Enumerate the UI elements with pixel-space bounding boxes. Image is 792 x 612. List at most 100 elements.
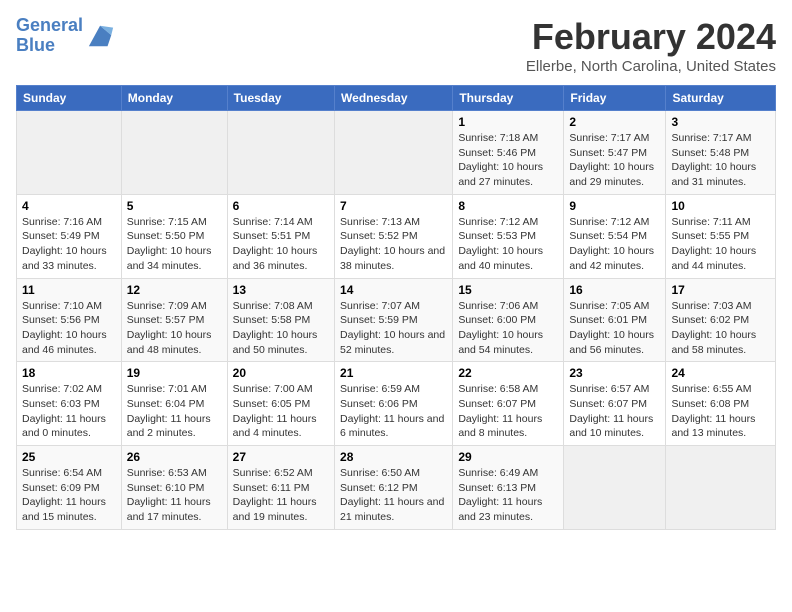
day-number: 18 (22, 366, 116, 380)
weekday-header-wednesday: Wednesday (335, 86, 453, 111)
day-number: 14 (340, 283, 447, 297)
calendar-cell (666, 446, 776, 530)
day-info: Sunrise: 7:18 AMSunset: 5:46 PMDaylight:… (458, 131, 558, 190)
calendar-week-row: 11 Sunrise: 7:10 AMSunset: 5:56 PMDaylig… (17, 278, 776, 362)
day-info: Sunrise: 7:13 AMSunset: 5:52 PMDaylight:… (340, 215, 447, 274)
day-info: Sunrise: 6:57 AMSunset: 6:07 PMDaylight:… (569, 382, 660, 441)
day-number: 22 (458, 366, 558, 380)
day-info: Sunrise: 6:58 AMSunset: 6:07 PMDaylight:… (458, 382, 558, 441)
day-number: 3 (671, 115, 770, 129)
calendar-cell: 8 Sunrise: 7:12 AMSunset: 5:53 PMDayligh… (453, 194, 564, 278)
calendar-cell: 12 Sunrise: 7:09 AMSunset: 5:57 PMDaylig… (121, 278, 227, 362)
day-info: Sunrise: 7:05 AMSunset: 6:01 PMDaylight:… (569, 299, 660, 358)
day-info: Sunrise: 6:59 AMSunset: 6:06 PMDaylight:… (340, 382, 447, 441)
day-number: 10 (671, 199, 770, 213)
weekday-header-row: SundayMondayTuesdayWednesdayThursdayFrid… (17, 86, 776, 111)
day-number: 2 (569, 115, 660, 129)
day-number: 12 (127, 283, 222, 297)
day-info: Sunrise: 6:53 AMSunset: 6:10 PMDaylight:… (127, 466, 222, 525)
calendar-subtitle: Ellerbe, North Carolina, United States (526, 58, 776, 75)
calendar-cell: 1 Sunrise: 7:18 AMSunset: 5:46 PMDayligh… (453, 111, 564, 195)
day-number: 6 (233, 199, 329, 213)
calendar-table: SundayMondayTuesdayWednesdayThursdayFrid… (16, 85, 776, 530)
day-info: Sunrise: 6:54 AMSunset: 6:09 PMDaylight:… (22, 466, 116, 525)
calendar-cell: 27 Sunrise: 6:52 AMSunset: 6:11 PMDaylig… (227, 446, 334, 530)
day-number: 5 (127, 199, 222, 213)
page-header: General Blue February 2024 Ellerbe, Nort… (16, 16, 776, 75)
day-number: 21 (340, 366, 447, 380)
calendar-cell: 15 Sunrise: 7:06 AMSunset: 6:00 PMDaylig… (453, 278, 564, 362)
weekday-header-friday: Friday (564, 86, 666, 111)
day-number: 1 (458, 115, 558, 129)
day-info: Sunrise: 7:00 AMSunset: 6:05 PMDaylight:… (233, 382, 329, 441)
calendar-cell: 13 Sunrise: 7:08 AMSunset: 5:58 PMDaylig… (227, 278, 334, 362)
calendar-cell: 20 Sunrise: 7:00 AMSunset: 6:05 PMDaylig… (227, 362, 334, 446)
day-info: Sunrise: 6:49 AMSunset: 6:13 PMDaylight:… (458, 466, 558, 525)
day-info: Sunrise: 7:03 AMSunset: 6:02 PMDaylight:… (671, 299, 770, 358)
calendar-cell: 16 Sunrise: 7:05 AMSunset: 6:01 PMDaylig… (564, 278, 666, 362)
calendar-cell: 4 Sunrise: 7:16 AMSunset: 5:49 PMDayligh… (17, 194, 122, 278)
day-info: Sunrise: 7:02 AMSunset: 6:03 PMDaylight:… (22, 382, 116, 441)
calendar-cell (564, 446, 666, 530)
calendar-cell: 14 Sunrise: 7:07 AMSunset: 5:59 PMDaylig… (335, 278, 453, 362)
day-number: 7 (340, 199, 447, 213)
day-info: Sunrise: 7:09 AMSunset: 5:57 PMDaylight:… (127, 299, 222, 358)
calendar-week-row: 18 Sunrise: 7:02 AMSunset: 6:03 PMDaylig… (17, 362, 776, 446)
calendar-cell: 11 Sunrise: 7:10 AMSunset: 5:56 PMDaylig… (17, 278, 122, 362)
day-number: 23 (569, 366, 660, 380)
day-number: 27 (233, 450, 329, 464)
calendar-cell: 21 Sunrise: 6:59 AMSunset: 6:06 PMDaylig… (335, 362, 453, 446)
calendar-week-row: 1 Sunrise: 7:18 AMSunset: 5:46 PMDayligh… (17, 111, 776, 195)
day-number: 9 (569, 199, 660, 213)
day-number: 26 (127, 450, 222, 464)
day-info: Sunrise: 6:50 AMSunset: 6:12 PMDaylight:… (340, 466, 447, 525)
logo: General Blue (16, 16, 115, 56)
day-info: Sunrise: 7:12 AMSunset: 5:53 PMDaylight:… (458, 215, 558, 274)
calendar-cell: 26 Sunrise: 6:53 AMSunset: 6:10 PMDaylig… (121, 446, 227, 530)
calendar-cell: 18 Sunrise: 7:02 AMSunset: 6:03 PMDaylig… (17, 362, 122, 446)
calendar-cell: 24 Sunrise: 6:55 AMSunset: 6:08 PMDaylig… (666, 362, 776, 446)
title-block: February 2024 Ellerbe, North Carolina, U… (526, 16, 776, 75)
day-info: Sunrise: 7:12 AMSunset: 5:54 PMDaylight:… (569, 215, 660, 274)
calendar-cell: 22 Sunrise: 6:58 AMSunset: 6:07 PMDaylig… (453, 362, 564, 446)
calendar-cell: 29 Sunrise: 6:49 AMSunset: 6:13 PMDaylig… (453, 446, 564, 530)
calendar-week-row: 25 Sunrise: 6:54 AMSunset: 6:09 PMDaylig… (17, 446, 776, 530)
calendar-cell: 17 Sunrise: 7:03 AMSunset: 6:02 PMDaylig… (666, 278, 776, 362)
day-info: Sunrise: 7:07 AMSunset: 5:59 PMDaylight:… (340, 299, 447, 358)
weekday-header-monday: Monday (121, 86, 227, 111)
calendar-cell: 6 Sunrise: 7:14 AMSunset: 5:51 PMDayligh… (227, 194, 334, 278)
day-number: 20 (233, 366, 329, 380)
logo-text: General Blue (16, 16, 83, 56)
day-number: 11 (22, 283, 116, 297)
calendar-cell (335, 111, 453, 195)
calendar-cell: 5 Sunrise: 7:15 AMSunset: 5:50 PMDayligh… (121, 194, 227, 278)
day-info: Sunrise: 6:55 AMSunset: 6:08 PMDaylight:… (671, 382, 770, 441)
calendar-cell: 2 Sunrise: 7:17 AMSunset: 5:47 PMDayligh… (564, 111, 666, 195)
calendar-cell: 7 Sunrise: 7:13 AMSunset: 5:52 PMDayligh… (335, 194, 453, 278)
day-info: Sunrise: 7:17 AMSunset: 5:48 PMDaylight:… (671, 131, 770, 190)
day-number: 24 (671, 366, 770, 380)
weekday-header-saturday: Saturday (666, 86, 776, 111)
weekday-header-sunday: Sunday (17, 86, 122, 111)
calendar-week-row: 4 Sunrise: 7:16 AMSunset: 5:49 PMDayligh… (17, 194, 776, 278)
day-number: 13 (233, 283, 329, 297)
logo-icon (87, 22, 115, 50)
calendar-title: February 2024 (526, 16, 776, 58)
calendar-cell (227, 111, 334, 195)
calendar-cell: 3 Sunrise: 7:17 AMSunset: 5:48 PMDayligh… (666, 111, 776, 195)
day-number: 8 (458, 199, 558, 213)
weekday-header-tuesday: Tuesday (227, 86, 334, 111)
calendar-cell: 25 Sunrise: 6:54 AMSunset: 6:09 PMDaylig… (17, 446, 122, 530)
day-number: 17 (671, 283, 770, 297)
day-info: Sunrise: 7:16 AMSunset: 5:49 PMDaylight:… (22, 215, 116, 274)
weekday-header-thursday: Thursday (453, 86, 564, 111)
day-number: 28 (340, 450, 447, 464)
day-info: Sunrise: 7:14 AMSunset: 5:51 PMDaylight:… (233, 215, 329, 274)
day-info: Sunrise: 7:06 AMSunset: 6:00 PMDaylight:… (458, 299, 558, 358)
calendar-cell (121, 111, 227, 195)
day-info: Sunrise: 7:10 AMSunset: 5:56 PMDaylight:… (22, 299, 116, 358)
calendar-cell: 28 Sunrise: 6:50 AMSunset: 6:12 PMDaylig… (335, 446, 453, 530)
day-info: Sunrise: 7:17 AMSunset: 5:47 PMDaylight:… (569, 131, 660, 190)
day-number: 4 (22, 199, 116, 213)
day-info: Sunrise: 6:52 AMSunset: 6:11 PMDaylight:… (233, 466, 329, 525)
